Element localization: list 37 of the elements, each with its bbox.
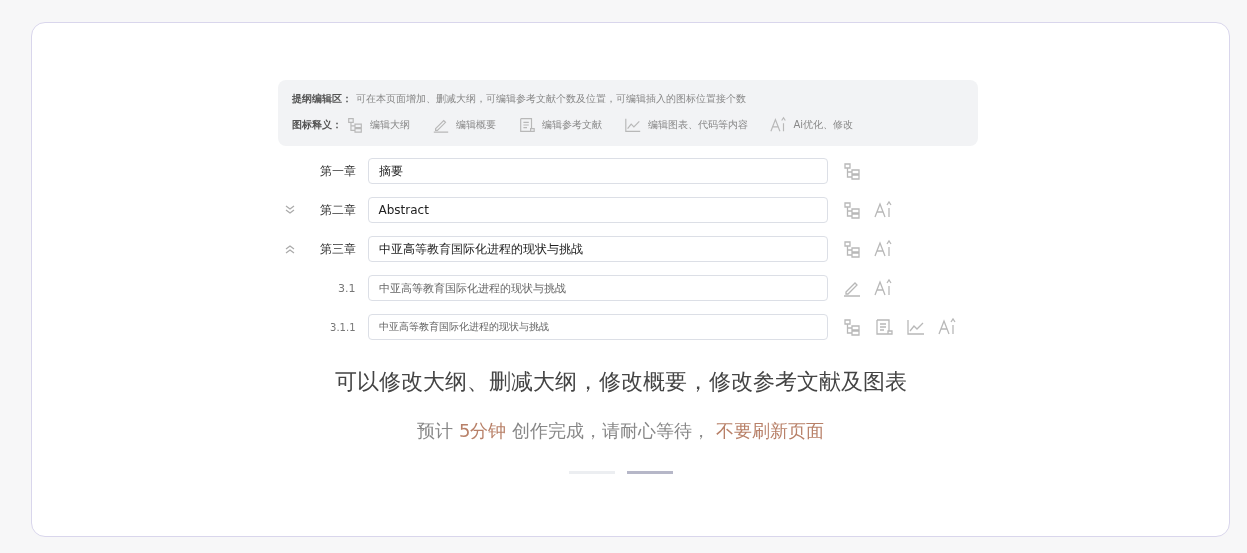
ai-text-icon[interactable] [873, 278, 894, 298]
chapter-label: 第一章 [318, 162, 356, 180]
ai-text-icon[interactable] [937, 317, 958, 337]
legend-label: 编辑图表、代码等内容 [647, 118, 748, 132]
tree-icon[interactable] [841, 239, 862, 259]
double-chevron-down-icon[interactable] [283, 204, 296, 216]
tree-icon[interactable] [841, 200, 862, 220]
title-field[interactable]: 中亚高等教育国际化进程的现状与挑战 [367, 314, 828, 340]
legend-label: Ai优化、修改 [793, 118, 854, 132]
tree-icon[interactable] [841, 317, 862, 337]
title-field[interactable]: 中亚高等教育国际化进程的现状与挑战 [367, 275, 828, 301]
document-icon[interactable] [873, 317, 894, 337]
page-indicator[interactable] [626, 471, 673, 474]
ai-text-icon[interactable] [873, 239, 894, 259]
double-chevron-up-icon[interactable] [283, 243, 296, 255]
headline: 可以修改大纲、删减大纲，修改概要，修改参考文献及图表 [334, 368, 907, 396]
legend-label: 编辑大纲 [369, 118, 410, 132]
chapter-label: 3.1 [337, 281, 356, 295]
ai-text-icon[interactable] [873, 200, 894, 220]
ai-text-icon[interactable] [769, 116, 788, 134]
chapter-label: 第三章 [318, 240, 356, 258]
document-icon[interactable] [517, 116, 536, 134]
title-field[interactable]: Abstract [367, 197, 828, 223]
title-field[interactable]: 中亚高等教育国际化进程的现状与挑战 [367, 236, 828, 262]
chapter-label: 3.1.1 [329, 321, 356, 333]
guide-title: 提纲编辑区： [291, 92, 352, 106]
guide-text: 可在本页面增加、删减大纲，可编辑参考文献个数及位置，可编辑插入的图标位置接个数 [355, 92, 746, 106]
tree-icon[interactable] [345, 116, 364, 134]
notice-text: 预计 5分钟 创作完成，请耐心等待， 不要刷新页面 [417, 419, 824, 443]
chapter-label: 第二章 [318, 201, 356, 219]
legend-label: 编辑参考文献 [541, 118, 602, 132]
chart-icon[interactable] [905, 317, 926, 337]
title-field[interactable]: 摘要 [367, 158, 828, 184]
chart-icon[interactable] [623, 116, 642, 134]
legend-title: 图标释义： [291, 118, 342, 132]
tree-icon[interactable] [841, 161, 862, 181]
legend-label: 编辑概要 [455, 118, 496, 132]
